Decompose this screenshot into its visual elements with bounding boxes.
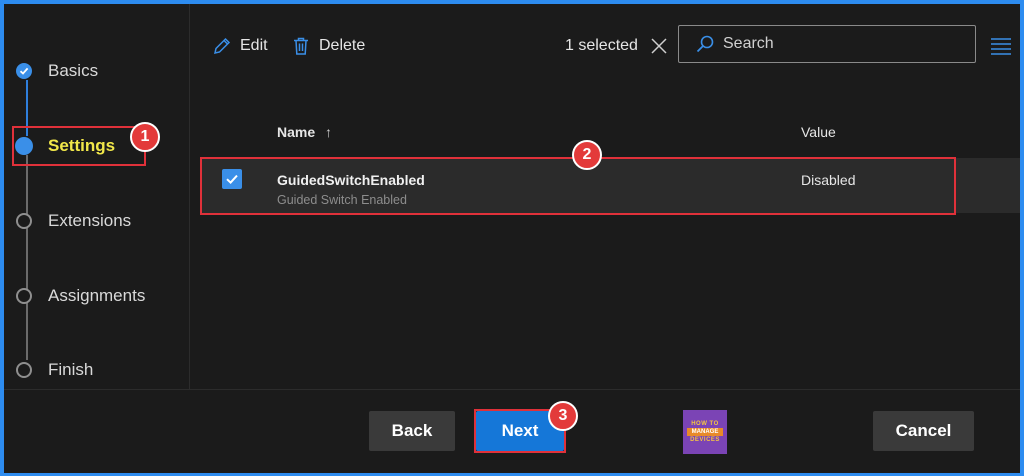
step-label: Assignments xyxy=(48,286,146,305)
callout-badge: 2 xyxy=(572,140,602,170)
callout-badge: 3 xyxy=(548,401,578,431)
edit-button[interactable]: Edit xyxy=(212,36,268,56)
column-name-label: Name xyxy=(277,124,316,140)
site-logo: HOW TO MANAGE DEVICES xyxy=(683,410,727,454)
step-label: Finish xyxy=(48,360,94,379)
pencil-icon xyxy=(214,37,231,54)
step-label: Extensions xyxy=(48,211,132,230)
search-input[interactable]: Search xyxy=(678,25,976,63)
cancel-button[interactable]: Cancel xyxy=(873,411,974,451)
circle-icon xyxy=(16,288,32,304)
callout-badge: 1 xyxy=(130,122,160,152)
circle-icon xyxy=(16,213,32,229)
back-button[interactable]: Back xyxy=(369,411,455,451)
step-rail xyxy=(26,155,28,360)
selected-count: 1 selected xyxy=(565,37,638,54)
clear-selection-button[interactable] xyxy=(650,37,668,60)
step-basics[interactable]: Basics xyxy=(16,58,98,84)
callout-highlight-settings xyxy=(12,126,146,166)
search-icon xyxy=(696,35,714,53)
sort-ascending-icon: ↑ xyxy=(325,124,333,140)
search-placeholder: Search xyxy=(723,35,774,52)
logo-text: HOW TO xyxy=(691,421,719,427)
logo-text: MANAGE xyxy=(687,428,723,436)
step-finish[interactable]: Finish xyxy=(16,357,93,383)
column-header-value[interactable]: Value xyxy=(801,124,836,140)
step-extensions[interactable]: Extensions xyxy=(16,208,131,234)
selection-status: 1 selected xyxy=(565,37,638,55)
step-label: Basics xyxy=(48,61,99,80)
step-assignments[interactable]: Assignments xyxy=(16,283,145,309)
view-options-button[interactable] xyxy=(990,36,1012,61)
close-icon xyxy=(651,38,667,54)
edit-label: Edit xyxy=(240,37,268,54)
delete-label: Delete xyxy=(319,37,366,54)
delete-button[interactable]: Delete xyxy=(291,36,365,56)
logo-text: DEVICES xyxy=(690,437,720,443)
trash-icon xyxy=(294,37,308,55)
check-circle-icon xyxy=(16,63,32,79)
column-header-name[interactable]: Name ↑ xyxy=(277,124,332,140)
circle-icon xyxy=(16,362,32,378)
list-icon xyxy=(991,38,1011,55)
